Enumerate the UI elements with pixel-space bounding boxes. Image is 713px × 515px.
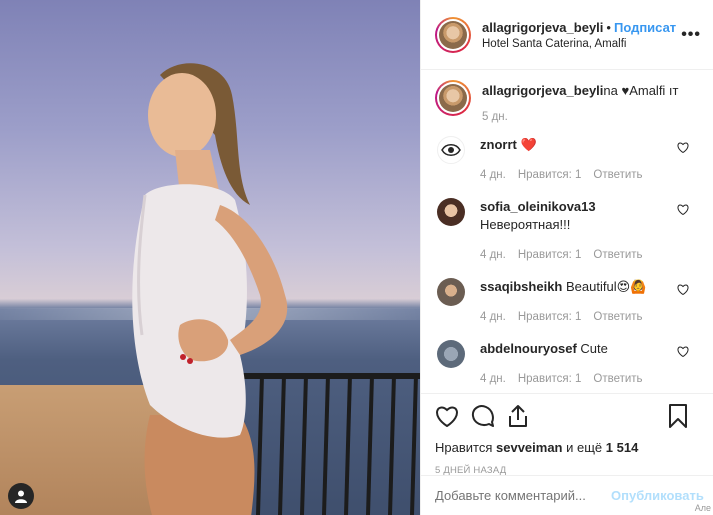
- separator-dot: •: [606, 19, 611, 35]
- photo-avatar[interactable]: [437, 278, 465, 306]
- comment-item: ssaqibsheikh Beautiful😍🙆 4 дн. Нравится: …: [435, 278, 699, 326]
- comment-username[interactable]: znorrt: [480, 137, 517, 152]
- woman-figure: [132, 63, 288, 515]
- caption-text: na ♥Amalfi ıт: [603, 83, 679, 98]
- comment-likes[interactable]: Нравится: 1: [518, 373, 582, 385]
- comment-likes[interactable]: Нравится: 1: [518, 311, 582, 323]
- comment-text: ❤️: [520, 137, 537, 152]
- caption-username[interactable]: allagrigorjeva_beyli: [482, 83, 603, 98]
- tagged-user-button[interactable]: [8, 483, 34, 509]
- comment-time[interactable]: 4 дн.: [480, 373, 506, 385]
- reply-button[interactable]: Ответить: [593, 311, 642, 323]
- comment-likes[interactable]: Нравится: 1: [518, 169, 582, 181]
- comment-time[interactable]: 4 дн.: [480, 169, 506, 181]
- comment-time[interactable]: 4 дн.: [480, 249, 506, 261]
- instagram-post: allagrigorjeva_beyli•Подписаться Hotel S…: [0, 0, 713, 515]
- publish-button[interactable]: Опубликовать: [611, 488, 704, 503]
- likes-count[interactable]: 1 514: [606, 440, 639, 455]
- photo-avatar[interactable]: [437, 340, 465, 368]
- author-avatar[interactable]: [435, 16, 471, 53]
- comment-text: Невероятная!!!: [480, 217, 571, 232]
- comment-text: Cute: [580, 341, 608, 356]
- post-photo[interactable]: [0, 0, 420, 515]
- add-comment-bar: Опубликовать: [421, 475, 713, 515]
- follow-button[interactable]: Подписаться: [614, 20, 677, 35]
- reply-button[interactable]: Ответить: [593, 169, 642, 181]
- post-header: allagrigorjeva_beyli•Подписаться Hotel S…: [421, 0, 713, 70]
- author-username-link[interactable]: allagrigorjeva_beyli: [482, 20, 603, 35]
- photo-avatar[interactable]: [437, 198, 465, 226]
- comment-username[interactable]: sofia_oleinikova13: [480, 199, 596, 214]
- comment-username[interactable]: abdelnouryosef: [480, 341, 577, 356]
- comment-item: znorrt ❤️ 4 дн. Нравится: 1 Ответить: [435, 136, 699, 184]
- comment-text: Beautiful😍🙆: [566, 279, 647, 294]
- likes-prefix: Нравится: [435, 440, 493, 455]
- caption: allagrigorjeva_beylina ♥Amalfi ıт 5 дн.: [435, 80, 699, 126]
- user-icon: [15, 490, 27, 503]
- comment-like-heart-icon[interactable]: [677, 284, 689, 295]
- comment-time[interactable]: 4 дн.: [480, 311, 506, 323]
- caption-avatar[interactable]: [435, 80, 471, 116]
- comment-username[interactable]: ssaqibsheikh: [480, 279, 562, 294]
- corner-label: Але: [694, 503, 711, 513]
- share-icon[interactable]: [507, 404, 529, 428]
- comment-input[interactable]: [435, 488, 611, 503]
- caption-time[interactable]: 5 дн.: [482, 108, 699, 126]
- post-actions: Нравится sevveiman и ещё 1 514 5 ДНЕЙ НА…: [421, 393, 713, 515]
- comment-likes[interactable]: Нравится: 1: [518, 249, 582, 261]
- comments-list[interactable]: allagrigorjeva_beylina ♥Amalfi ıт 5 дн. …: [421, 70, 713, 393]
- comment-bubble-icon[interactable]: [471, 404, 495, 428]
- likes-summary[interactable]: Нравится sevveiman и ещё 1 514: [435, 440, 699, 455]
- like-heart-icon[interactable]: [435, 405, 459, 427]
- comment-like-heart-icon[interactable]: [677, 142, 689, 153]
- location-link[interactable]: Hotel Santa Caterina, Amalfi: [482, 38, 677, 50]
- comment-item: sofia_oleinikova13 Невероятная!!! 4 дн. Н…: [435, 198, 699, 264]
- bookmark-icon[interactable]: [669, 404, 687, 428]
- likes-user-link[interactable]: sevveiman: [496, 440, 563, 455]
- comment-item: abdelnouryosef Cute 4 дн. Нравится: 1 Отве…: [435, 340, 699, 388]
- post-side-panel: allagrigorjeva_beyli•Подписаться Hotel S…: [420, 0, 713, 515]
- likes-mid: и ещё: [566, 440, 603, 455]
- comment-like-heart-icon[interactable]: [677, 346, 689, 357]
- reply-button[interactable]: Ответить: [593, 373, 642, 385]
- eye-icon[interactable]: [437, 136, 465, 164]
- more-options-icon[interactable]: •••: [681, 26, 701, 44]
- reply-button[interactable]: Ответить: [593, 249, 642, 261]
- comment-like-heart-icon[interactable]: [677, 204, 689, 215]
